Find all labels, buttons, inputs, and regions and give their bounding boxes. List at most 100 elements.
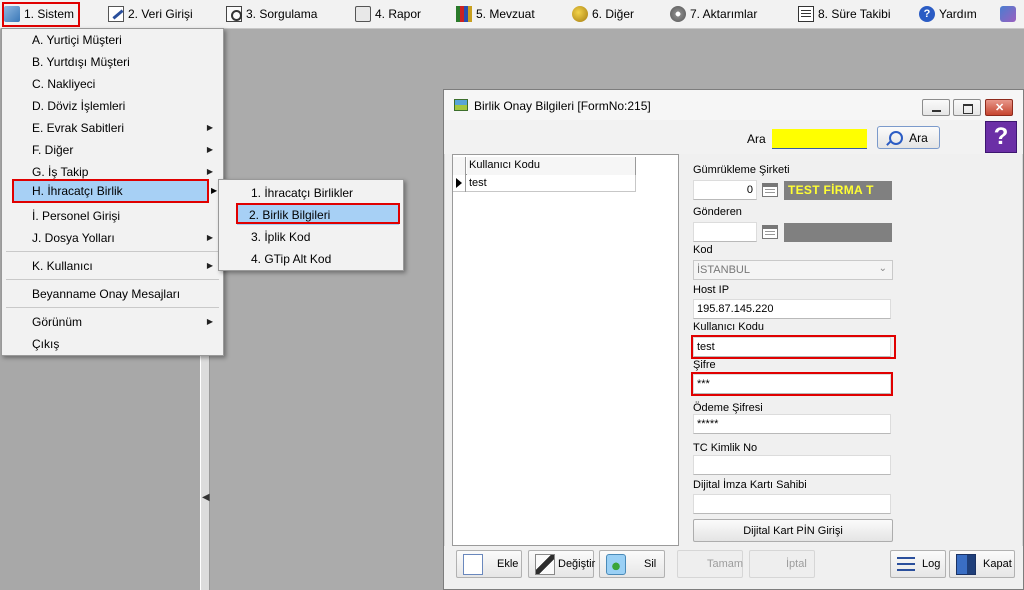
add-button-label: Ekle [497,558,519,570]
log-button[interactable]: Log [890,550,946,578]
chevron-right-icon: ▶ [206,123,213,132]
kullanici-kodu-annotation-box [691,335,896,359]
kod-select-value: İSTANBUL [697,264,750,276]
search-button[interactable]: Ara [877,126,940,149]
menu-aktarimlar[interactable]: 7. Aktarımlar [670,3,757,25]
table-cell[interactable]: test [467,175,636,192]
menu-veri-girisi[interactable]: 2. Veri Girişi [108,3,193,25]
menu-sure-takibi[interactable]: 8. Süre Takibi [798,3,891,25]
bottom-toolbar: Ekle Değiştir Sil Tamam İptal Log Kapat [444,546,1023,589]
books-icon [456,6,472,22]
gonderen-code-field[interactable] [693,222,757,242]
menu-item-yurtici-musteri[interactable]: A. Yurtiçi Müşteri [4,29,221,50]
chevron-right-icon: ▶ [206,233,213,242]
menu-item-cikis[interactable]: Çıkış [4,333,221,354]
chevron-right-icon: ▶ [206,261,213,270]
menu-rapor[interactable]: 4. Rapor [355,3,421,25]
menu-item-label: B. Yurtdışı Müşteri [32,54,130,69]
panel-splitter[interactable]: ◀ [200,355,210,590]
menu-extra[interactable] [1000,3,1016,25]
chevron-right-icon: ▶ [206,167,213,176]
menu-item-label: 1. İhracatçı Birlikler [251,185,354,200]
odeme-sifresi-field[interactable]: ***** [693,414,891,434]
menu-item-iplik-kod[interactable]: 3. İplik Kod [221,226,402,247]
add-button[interactable]: Ekle [456,550,522,578]
chevron-left-icon: ◀ [202,492,210,503]
app-icon [1000,6,1016,22]
edit-button[interactable]: Değiştir [528,550,596,578]
menu-item-label: 3. İplik Kod [251,229,311,244]
gumrukleme-code-field[interactable]: 0 [693,180,757,200]
window-titlebar[interactable]: Birlik Onay Bilgileri [FormNo:215] [444,90,1023,120]
menu-diger[interactable]: 6. Diğer [572,3,634,25]
menu-rapor-label: 4. Rapor [375,7,422,21]
search-row: Ara Ara ? [444,120,1023,154]
gonderen-label: Gönderen [693,206,742,218]
lookup-icon[interactable] [762,225,778,239]
host-ip-label: Host IP [693,284,730,296]
query-icon [226,6,242,22]
host-ip-field[interactable]: 195.87.145.220 [693,299,891,319]
menu-yardim[interactable]: ? Yardım [919,3,977,25]
close-form-button[interactable]: Kapat [949,550,1015,578]
tc-kimlik-field[interactable] [693,455,891,475]
detail-form: Gümrükleme Şirketi 0 TEST FİRMA T Gönder… [680,154,1020,546]
window-title: Birlik Onay Bilgileri [FormNo:215] [474,99,651,113]
tc-kimlik-label: TC Kimlik No [693,442,758,454]
chevron-right-icon: ▶ [211,186,218,195]
menu-mevzuat-label: 5. Mevzuat [476,7,535,21]
close-button[interactable] [985,99,1013,116]
menu-item-ihracatci-birlikler[interactable]: 1. İhracatçı Birlikler [221,182,402,203]
menu-item-gorunum[interactable]: Görünüm ▶ [4,311,221,332]
menu-item-doviz-islemleri[interactable]: D. Döviz İşlemleri [4,95,221,116]
pin-entry-button[interactable]: Dijital Kart PİN Girişi [693,519,893,542]
menu-item-diger[interactable]: F. Diğer ▶ [4,139,221,160]
help-icon: ? [919,6,935,22]
menu-mevzuat[interactable]: 5. Mevzuat [456,3,535,25]
menu-veri-girisi-label: 2. Veri Girişi [128,7,193,21]
birlik-onay-window: Birlik Onay Bilgileri [FormNo:215] Ara A… [443,89,1024,590]
menu-item-yurtdisi-musteri[interactable]: B. Yurtdışı Müşteri [4,51,221,72]
cancel-button-label: İptal [786,558,807,570]
edit-button-label: Değiştir [558,558,596,570]
recycle-bin-icon [606,554,626,575]
lookup-icon[interactable] [762,183,778,197]
chevron-down-icon: ⌄ [878,263,887,274]
imza-sahibi-field[interactable] [693,494,891,514]
current-row-arrow-icon [453,175,466,192]
log-button-label: Log [922,558,941,570]
search-input[interactable] [772,129,867,149]
help-button[interactable]: ? [985,121,1017,153]
minimize-button[interactable] [922,99,950,116]
pencil-icon [535,554,555,575]
menu-item-nakliyeci[interactable]: C. Nakliyeci [4,73,221,94]
user-grid[interactable]: Kullanıcı Kodu test [452,154,679,546]
ok-button-label: Tamam [707,558,744,570]
menu-item-beyanname-onay[interactable]: Beyanname Onay Mesajları [4,283,221,304]
table-row[interactable]: test [453,175,636,192]
row-indicator-header [453,157,466,175]
menu-item-dosya-yollari[interactable]: J. Dosya Yolları ▶ [4,227,221,248]
cancel-button[interactable]: İptal [749,550,815,578]
sistem-menu: A. Yurtiçi Müşteri B. Yurtdışı Müşteri C… [1,28,224,356]
maximize-button[interactable] [953,99,981,116]
menu-item-evrak-sabitleri[interactable]: E. Evrak Sabitleri ▶ [4,117,221,138]
menu-item-label: K. Kullanıcı [32,258,93,273]
menu-item-label: 4. GTip Alt Kod [251,251,332,266]
kod-label: Kod [693,244,713,256]
ok-button[interactable]: Tamam [677,550,743,578]
column-header-kullanici-kodu[interactable]: Kullanıcı Kodu [467,157,636,175]
exit-door-icon [956,554,976,575]
delete-button-label: Sil [644,558,657,570]
data-entry-icon [108,6,124,22]
menu-item-gtip-alt-kod[interactable]: 4. GTip Alt Kod [221,248,402,269]
schedule-icon [798,6,814,22]
menu-separator [6,279,219,280]
menu-sorgulama[interactable]: 3. Sorgulama [226,3,317,25]
menu-separator [6,251,219,252]
menu-separator [6,307,219,308]
kod-select[interactable]: İSTANBUL ⌄ [693,260,893,280]
menu-item-personel-girisi[interactable]: İ. Personel Girişi [4,205,221,226]
delete-button[interactable]: Sil [599,550,665,578]
menu-item-kullanici[interactable]: K. Kullanıcı ▶ [4,255,221,276]
